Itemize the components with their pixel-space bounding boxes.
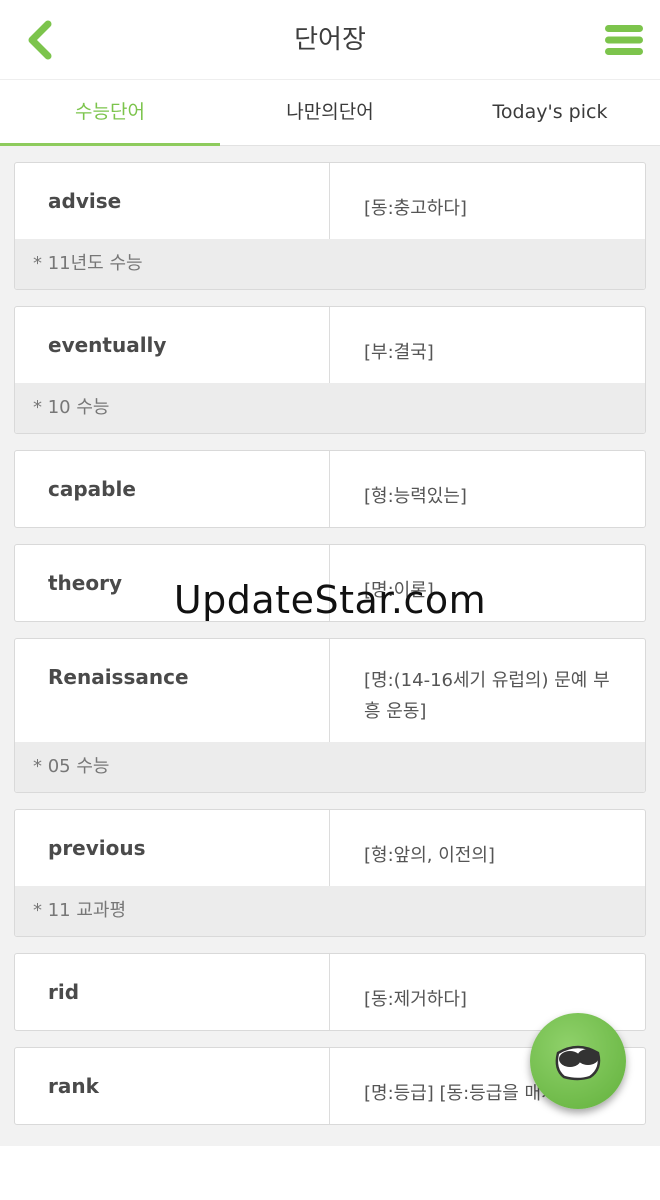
- word-note: * 11 교과평: [15, 886, 645, 936]
- menu-button[interactable]: [604, 22, 644, 58]
- word-card[interactable]: Renaissance [명:(14-16세기 유럽의) 문예 부흥 운동] *…: [14, 638, 646, 793]
- word-text: previous: [15, 810, 330, 886]
- word-note: * 10 수능: [15, 383, 645, 433]
- tab-my-words[interactable]: 나만의단어: [220, 80, 440, 145]
- watermark-text: UpdateStar.com: [173, 578, 487, 622]
- word-text: rid: [15, 954, 330, 1030]
- sunglasses-icon: [555, 1045, 601, 1081]
- word-card[interactable]: eventually [부:결국] * 10 수능: [14, 306, 646, 434]
- app-header: 단어장: [0, 0, 660, 80]
- tab-bar: 수능단어 나만의단어 Today's pick: [0, 80, 660, 146]
- word-card[interactable]: rid [동:제거하다]: [14, 953, 646, 1031]
- word-meaning: [부:결국]: [364, 342, 434, 363]
- word-note: * 05 수능: [15, 742, 645, 792]
- word-card[interactable]: previous [형:앞의, 이전의] * 11 교과평: [14, 809, 646, 937]
- tab-suneung-words[interactable]: 수능단어: [0, 80, 220, 146]
- word-text: rank: [15, 1048, 330, 1124]
- word-meaning: [형:앞의, 이전의]: [364, 845, 495, 866]
- word-note: * 11년도 수능: [15, 239, 645, 289]
- page-title: 단어장: [294, 25, 366, 55]
- word-meaning: [형:능력있는]: [364, 486, 467, 507]
- floating-action-button[interactable]: [530, 1013, 626, 1109]
- word-meaning: [명:(14-16세기 유럽의) 문예 부흥 운동]: [364, 670, 610, 722]
- word-list: advise [동:충고하다] * 11년도 수능 eventually [부:…: [0, 146, 660, 1146]
- word-text: Renaissance: [15, 639, 330, 742]
- word-meaning: [동:충고하다]: [364, 198, 467, 219]
- word-text: eventually: [15, 307, 330, 383]
- word-text: advise: [15, 163, 330, 239]
- word-card[interactable]: capable [형:능력있는]: [14, 450, 646, 528]
- hamburger-menu-icon: [605, 25, 643, 55]
- tab-todays-pick[interactable]: Today's pick: [440, 80, 660, 145]
- word-text: capable: [15, 451, 330, 527]
- word-card[interactable]: advise [동:충고하다] * 11년도 수능: [14, 162, 646, 290]
